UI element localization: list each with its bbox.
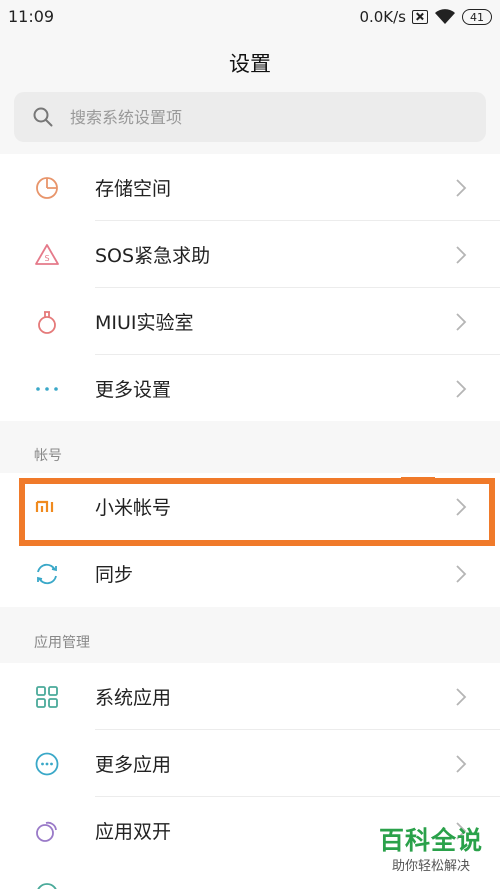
more-apps-icon: [33, 750, 61, 778]
flask-icon: [33, 308, 61, 336]
watermark-logo: 百科全说 助你轻松解决: [376, 821, 486, 874]
settings-group-general: 存储空间 S SOS紧急求助 MIUI实验室 更多设置: [0, 154, 500, 421]
status-right: 0.0K/s 41: [359, 6, 492, 28]
row-label: 更多应用: [95, 754, 172, 776]
sos-warning-icon: S: [33, 241, 61, 269]
chevron-right-icon: [456, 245, 467, 264]
partial-circle-icon: [33, 880, 61, 889]
row-miui-lab[interactable]: MIUI实验室: [0, 288, 500, 355]
row-label: MIUI实验室: [95, 312, 194, 334]
chevron-right-icon: [456, 754, 467, 773]
no-sim-icon: [412, 10, 428, 24]
battery-icon: 41: [462, 9, 492, 25]
row-label: 同步: [95, 564, 134, 586]
mi-logo-icon: [33, 493, 61, 521]
status-bar: 11:09 0.0K/s 41: [0, 0, 500, 36]
section-label-account: 帐号: [34, 448, 62, 464]
wifi-icon: [435, 9, 455, 24]
row-label: SOS紧急求助: [95, 245, 211, 267]
chevron-right-icon: [456, 687, 467, 706]
watermark-title: 百科全说: [378, 826, 483, 855]
search-bar[interactable]: [14, 92, 486, 142]
row-mi-account[interactable]: 小米帐号: [0, 473, 500, 540]
status-time: 11:09: [8, 7, 55, 26]
row-label: 应用双开: [95, 821, 172, 843]
chevron-right-icon: [456, 178, 467, 197]
row-label: 存储空间: [95, 178, 172, 200]
more-dots-icon: [33, 375, 61, 403]
svg-text:S: S: [44, 254, 49, 263]
search-input[interactable]: [70, 107, 450, 127]
row-more-settings[interactable]: 更多设置: [0, 355, 500, 422]
row-label: 小米帐号: [95, 497, 172, 519]
network-speed: 0.0K/s: [359, 8, 406, 26]
chevron-right-icon: [456, 379, 467, 398]
watermark-subtitle: 助你轻松解决: [391, 859, 470, 874]
row-sync[interactable]: 同步: [0, 540, 500, 607]
row-label: 更多设置: [95, 379, 172, 401]
row-label: 系统应用: [95, 687, 172, 709]
search-icon: [33, 107, 53, 127]
chevron-right-icon: [456, 564, 467, 583]
row-storage[interactable]: 存储空间: [0, 154, 500, 221]
storage-pie-icon: [33, 174, 61, 202]
row-system-apps[interactable]: 系统应用: [0, 663, 500, 730]
page-title: 设置: [229, 52, 271, 76]
battery-level: 41: [470, 10, 484, 24]
grid-apps-icon: [33, 683, 61, 711]
section-label-app-management: 应用管理: [34, 635, 90, 651]
chevron-right-icon: [456, 312, 467, 331]
settings-group-account: 小米帐号 同步: [0, 473, 500, 607]
row-more-apps[interactable]: 更多应用: [0, 730, 500, 797]
dual-apps-icon: [33, 817, 61, 845]
chevron-right-icon: [456, 497, 467, 516]
row-sos[interactable]: S SOS紧急求助: [0, 221, 500, 288]
sync-icon: [33, 560, 61, 588]
